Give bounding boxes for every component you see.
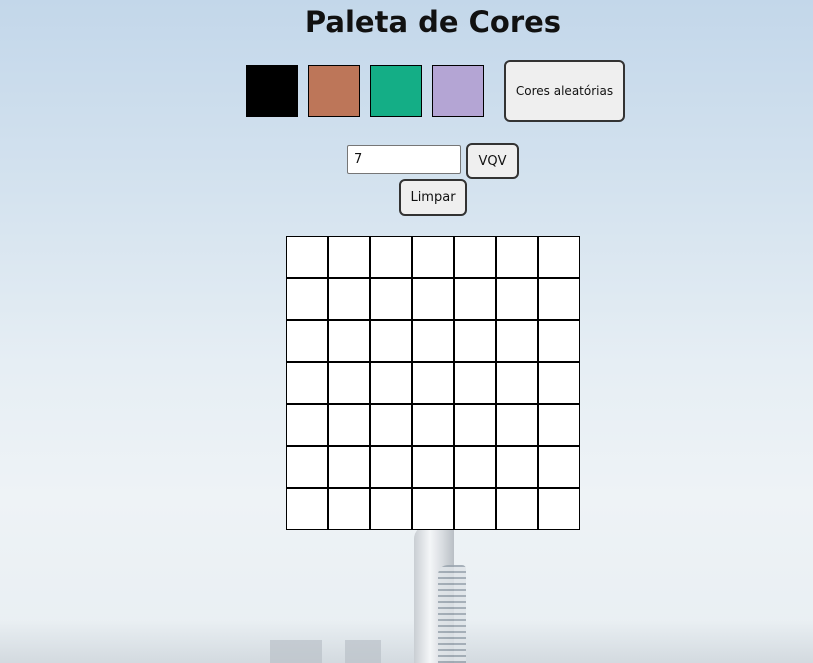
random-colors-button[interactable]: Cores aleatórias — [504, 60, 625, 122]
pixel-cell[interactable] — [454, 362, 496, 404]
color-swatch[interactable] — [370, 65, 422, 117]
pixel-cell[interactable] — [328, 446, 370, 488]
pixel-cell[interactable] — [286, 236, 328, 278]
pixel-cell[interactable] — [496, 404, 538, 446]
color-swatch[interactable] — [308, 65, 360, 117]
pixel-cell[interactable] — [496, 446, 538, 488]
color-swatch[interactable] — [432, 65, 484, 117]
pixel-cell[interactable] — [496, 488, 538, 530]
pixel-cell[interactable] — [538, 362, 580, 404]
pixel-cell[interactable] — [412, 278, 454, 320]
pixel-cell[interactable] — [538, 236, 580, 278]
pixel-cell[interactable] — [370, 488, 412, 530]
clear-board-button[interactable]: Limpar — [399, 179, 467, 216]
pixel-cell[interactable] — [412, 446, 454, 488]
pixel-cell[interactable] — [370, 404, 412, 446]
color-palette — [246, 65, 484, 117]
pixel-cell[interactable] — [370, 446, 412, 488]
pixel-cell[interactable] — [454, 320, 496, 362]
pixel-cell[interactable] — [286, 488, 328, 530]
pixel-cell[interactable] — [412, 320, 454, 362]
pixel-cell[interactable] — [496, 236, 538, 278]
pixel-cell[interactable] — [370, 362, 412, 404]
pixel-cell[interactable] — [328, 404, 370, 446]
pixel-cell[interactable] — [538, 278, 580, 320]
pixel-cell[interactable] — [286, 320, 328, 362]
pixel-cell[interactable] — [454, 446, 496, 488]
pixel-cell[interactable] — [328, 488, 370, 530]
pixel-cell[interactable] — [454, 236, 496, 278]
pixel-board — [286, 236, 580, 530]
pixel-cell[interactable] — [328, 278, 370, 320]
pixel-cell[interactable] — [370, 320, 412, 362]
pixel-cell[interactable] — [412, 488, 454, 530]
pixel-cell[interactable] — [538, 488, 580, 530]
pixel-cell[interactable] — [370, 278, 412, 320]
pixel-cell[interactable] — [538, 404, 580, 446]
generate-board-button[interactable]: VQV — [466, 143, 519, 179]
pixel-cell[interactable] — [538, 446, 580, 488]
background-building — [345, 640, 381, 663]
pixel-cell[interactable] — [286, 362, 328, 404]
pixel-cell[interactable] — [328, 320, 370, 362]
background-tower — [408, 525, 468, 663]
pixel-cell[interactable] — [412, 362, 454, 404]
pixel-cell[interactable] — [496, 320, 538, 362]
pixel-cell[interactable] — [454, 488, 496, 530]
pixel-cell[interactable] — [370, 236, 412, 278]
background-haze — [0, 620, 813, 663]
pixel-cell[interactable] — [454, 278, 496, 320]
pixel-cell[interactable] — [496, 278, 538, 320]
board-size-input[interactable] — [347, 145, 461, 174]
pixel-cell[interactable] — [286, 278, 328, 320]
pixel-cell[interactable] — [328, 362, 370, 404]
background-building — [270, 640, 322, 663]
pixel-cell[interactable] — [454, 404, 496, 446]
pixel-cell[interactable] — [328, 236, 370, 278]
color-swatch[interactable] — [246, 65, 298, 117]
pixel-cell[interactable] — [538, 320, 580, 362]
pixel-cell[interactable] — [412, 404, 454, 446]
pixel-cell[interactable] — [496, 362, 538, 404]
pixel-cell[interactable] — [412, 236, 454, 278]
page-title: Paleta de Cores — [304, 5, 562, 39]
pixel-cell[interactable] — [286, 446, 328, 488]
pixel-cell[interactable] — [286, 404, 328, 446]
